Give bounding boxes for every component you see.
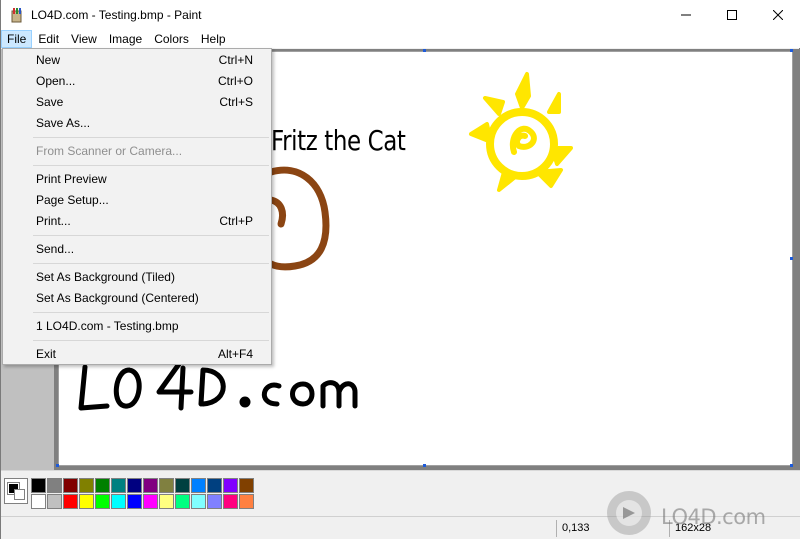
canvas-caption: Fritz the Cat — [271, 124, 406, 157]
color-swatch[interactable] — [143, 494, 158, 509]
menu-item-shortcut: Ctrl+S — [219, 95, 253, 109]
close-button[interactable] — [755, 0, 800, 30]
file-menu-item-print[interactable]: Print... Ctrl+P — [5, 211, 269, 232]
menu-separator — [33, 263, 269, 264]
color-swatch[interactable] — [159, 494, 174, 509]
file-menu-item-set-as-background-tiled[interactable]: Set As Background (Tiled) — [5, 267, 269, 288]
menu-item-label: Send... — [36, 242, 75, 256]
color-swatch[interactable] — [47, 494, 62, 509]
file-menu-item-1-lo4d-com-testing-bmp[interactable]: 1 LO4D.com - Testing.bmp — [5, 316, 269, 337]
color-swatch[interactable] — [207, 478, 222, 493]
resize-handle-bottom-left[interactable] — [56, 464, 59, 467]
menu-file[interactable]: File — [1, 30, 33, 48]
background-color[interactable] — [14, 489, 25, 500]
menu-bar: File Edit View Image Colors Help — [1, 30, 800, 48]
file-menu-item-set-as-background-centered[interactable]: Set As Background (Centered) — [5, 288, 269, 309]
handwritten-lo4d — [78, 361, 358, 411]
file-menu-item-from-scanner-or-camera: From Scanner or Camera... — [5, 141, 269, 162]
resize-handle-right[interactable] — [790, 257, 793, 260]
file-menu-item-new[interactable]: New Ctrl+N — [5, 50, 269, 71]
paint-window: LO4D.com - Testing.bmp - Paint File Edit… — [0, 0, 800, 539]
menu-help[interactable]: Help — [195, 30, 232, 48]
menu-item-label: Save As... — [36, 116, 91, 130]
menu-item-label: Exit — [36, 347, 57, 361]
menu-item-label: From Scanner or Camera... — [36, 144, 183, 158]
resize-handle-top[interactable] — [423, 49, 426, 52]
lo4d-logo-icon — [607, 491, 651, 535]
file-menu-item-save[interactable]: Save Ctrl+S — [5, 92, 269, 113]
color-swatch[interactable] — [63, 494, 78, 509]
color-swatch[interactable] — [191, 494, 206, 509]
menu-separator — [33, 165, 269, 166]
maximize-icon — [727, 10, 737, 20]
menu-item-shortcut: Ctrl+N — [218, 53, 253, 67]
menu-image[interactable]: Image — [103, 30, 148, 48]
color-swatch[interactable] — [111, 494, 126, 509]
color-swatch[interactable] — [47, 478, 62, 493]
current-colors[interactable] — [4, 478, 28, 504]
color-swatch[interactable] — [239, 478, 254, 493]
color-swatch[interactable] — [63, 478, 78, 493]
close-icon — [773, 10, 783, 20]
color-swatch[interactable] — [223, 494, 238, 509]
menu-item-label: Set As Background (Tiled) — [36, 270, 175, 284]
color-swatch[interactable] — [31, 478, 46, 493]
file-menu-item-exit[interactable]: Exit Alt+F4 — [5, 344, 269, 365]
menu-item-label: New — [36, 53, 61, 67]
minimize-icon — [681, 14, 691, 16]
menu-item-label: Print... — [36, 214, 71, 228]
watermark-text: LO4D.com — [661, 505, 766, 529]
color-swatch[interactable] — [239, 494, 254, 509]
window-title: LO4D.com - Testing.bmp - Paint — [31, 8, 202, 22]
file-menu-item-save-as[interactable]: Save As... — [5, 113, 269, 134]
paint-app-icon[interactable] — [9, 7, 25, 23]
color-swatch[interactable] — [79, 478, 94, 493]
menu-item-label: Save — [36, 95, 64, 109]
menu-item-shortcut: Ctrl+P — [219, 214, 253, 228]
color-swatch[interactable] — [111, 478, 126, 493]
menu-item-label: Print Preview — [36, 172, 107, 186]
resize-handle-top-right[interactable] — [790, 49, 793, 52]
lo4d-watermark: LO4D.com — [601, 487, 800, 539]
menu-item-label: Open... — [36, 74, 76, 88]
file-menu-item-open[interactable]: Open... Ctrl+O — [5, 71, 269, 92]
menu-item-shortcut: Alt+F4 — [217, 347, 253, 361]
color-swatch[interactable] — [191, 478, 206, 493]
menu-separator — [33, 340, 269, 341]
menu-view[interactable]: View — [65, 30, 103, 48]
menu-separator — [33, 312, 269, 313]
color-swatch[interactable] — [223, 478, 238, 493]
file-menu-item-send[interactable]: Send... — [5, 239, 269, 260]
color-swatch[interactable] — [175, 478, 190, 493]
cat-drawing — [267, 166, 330, 271]
color-swatch[interactable] — [127, 478, 142, 493]
color-swatch[interactable] — [207, 494, 222, 509]
minimize-button[interactable] — [663, 0, 709, 30]
title-bar[interactable]: LO4D.com - Testing.bmp - Paint — [1, 0, 800, 30]
sun-drawing — [469, 72, 573, 192]
color-swatches — [31, 478, 254, 509]
file-menu-item-print-preview[interactable]: Print Preview — [5, 169, 269, 190]
color-swatch[interactable] — [143, 478, 158, 493]
color-swatch[interactable] — [159, 478, 174, 493]
file-menu-dropdown: New Ctrl+N Open... Ctrl+O Save Ctrl+S Save As.… — [2, 48, 272, 365]
menu-item-label: Page Setup... — [36, 193, 109, 207]
menu-item-label: 1 LO4D.com - Testing.bmp — [36, 319, 179, 333]
menu-separator — [33, 235, 269, 236]
color-swatch[interactable] — [79, 494, 94, 509]
file-menu-item-page-setup[interactable]: Page Setup... — [5, 190, 269, 211]
menu-item-shortcut: Ctrl+O — [217, 74, 253, 88]
color-swatch[interactable] — [175, 494, 190, 509]
menu-edit[interactable]: Edit — [32, 30, 65, 48]
maximize-button[interactable] — [709, 0, 755, 30]
color-swatch[interactable] — [95, 494, 110, 509]
menu-separator — [33, 137, 269, 138]
color-swatch[interactable] — [95, 478, 110, 493]
resize-handle-bottom-right[interactable] — [790, 464, 793, 467]
menu-colors[interactable]: Colors — [148, 30, 195, 48]
menu-item-label: Set As Background (Centered) — [36, 291, 199, 305]
color-swatch[interactable] — [127, 494, 142, 509]
color-swatch[interactable] — [31, 494, 46, 509]
resize-handle-bottom[interactable] — [423, 464, 426, 467]
